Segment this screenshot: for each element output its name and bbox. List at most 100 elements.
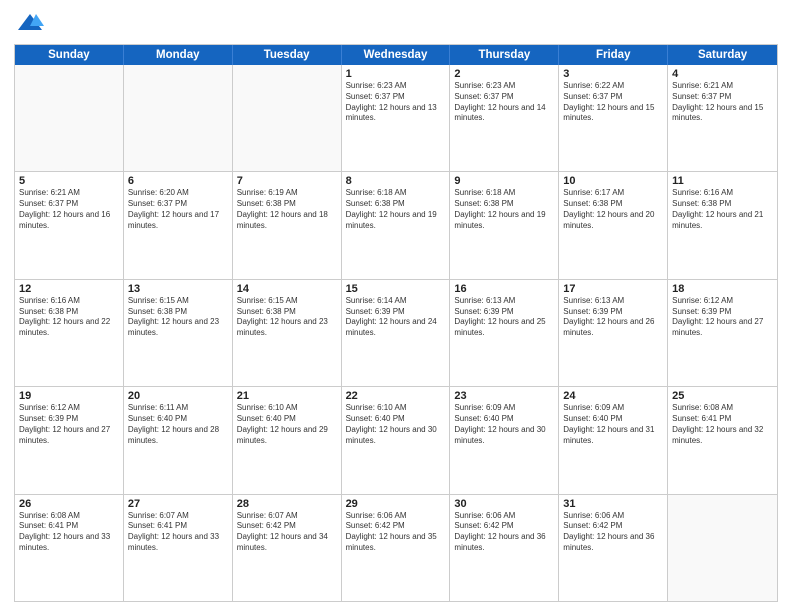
- calendar-row-4: 26Sunrise: 6:08 AMSunset: 6:41 PMDayligh…: [15, 495, 777, 601]
- day-number: 17: [563, 283, 663, 295]
- day-cell-3: 3Sunrise: 6:22 AMSunset: 6:37 PMDaylight…: [559, 65, 668, 171]
- day-number: 20: [128, 390, 228, 402]
- calendar-row-0: 1 Sunrise: 6:23 AMSunset: 6:37 PMDaylight…: [15, 65, 777, 172]
- day-cell-11: 11Sunrise: 6:16 AMSunset: 6:38 PMDayligh…: [668, 172, 777, 278]
- day-info: Sunrise: 6:06 AMSunset: 6:42 PMDaylight:…: [563, 511, 663, 554]
- day-cell-10: 10Sunrise: 6:17 AMSunset: 6:38 PMDayligh…: [559, 172, 668, 278]
- day-number: 10: [563, 175, 663, 187]
- logo: [14, 10, 44, 38]
- day-info: Sunrise: 6:15 AMSunset: 6:38 PMDaylight:…: [237, 296, 337, 339]
- day-number: 28: [237, 498, 337, 510]
- day-number: 1: [346, 68, 446, 80]
- day-cell-20: 20Sunrise: 6:11 AMSunset: 6:40 PMDayligh…: [124, 387, 233, 493]
- day-cell-25: 25Sunrise: 6:08 AMSunset: 6:41 PMDayligh…: [668, 387, 777, 493]
- day-cell-14: 14Sunrise: 6:15 AMSunset: 6:38 PMDayligh…: [233, 280, 342, 386]
- day-info: Sunrise: 6:06 AMSunset: 6:42 PMDaylight:…: [454, 511, 554, 554]
- day-cell-12: 12Sunrise: 6:16 AMSunset: 6:38 PMDayligh…: [15, 280, 124, 386]
- day-cell-4: 4Sunrise: 6:21 AMSunset: 6:37 PMDaylight…: [668, 65, 777, 171]
- day-cell-9: 9Sunrise: 6:18 AMSunset: 6:38 PMDaylight…: [450, 172, 559, 278]
- day-cell-22: 22Sunrise: 6:10 AMSunset: 6:40 PMDayligh…: [342, 387, 451, 493]
- calendar-header: SundayMondayTuesdayWednesdayThursdayFrid…: [15, 45, 777, 65]
- day-number: 23: [454, 390, 554, 402]
- day-info: Sunrise: 6:13 AMSunset: 6:39 PMDaylight:…: [563, 296, 663, 339]
- day-number: 8: [346, 175, 446, 187]
- day-number: 24: [563, 390, 663, 402]
- day-number: 9: [454, 175, 554, 187]
- day-info: Sunrise: 6:12 AMSunset: 6:39 PMDaylight:…: [19, 403, 119, 446]
- day-number: 3: [563, 68, 663, 80]
- day-cell-28: 28Sunrise: 6:07 AMSunset: 6:42 PMDayligh…: [233, 495, 342, 601]
- calendar-body: 1 Sunrise: 6:23 AMSunset: 6:37 PMDaylight…: [15, 65, 777, 601]
- day-info: Sunrise: 6:08 AMSunset: 6:41 PMDaylight:…: [19, 511, 119, 554]
- day-info: Sunrise: 6:14 AMSunset: 6:39 PMDaylight:…: [346, 296, 446, 339]
- day-number: 4: [672, 68, 773, 80]
- day-info: Sunrise: 6:16 AMSunset: 6:38 PMDaylight:…: [672, 188, 773, 231]
- day-info: Sunrise: 6:21 AMSunset: 6:37 PMDaylight:…: [19, 188, 119, 231]
- day-of-week-tuesday: Tuesday: [233, 45, 342, 65]
- day-info: Sunrise: 6:11 AMSunset: 6:40 PMDaylight:…: [128, 403, 228, 446]
- day-cell-27: 27Sunrise: 6:07 AMSunset: 6:41 PMDayligh…: [124, 495, 233, 601]
- day-cell-13: 13Sunrise: 6:15 AMSunset: 6:38 PMDayligh…: [124, 280, 233, 386]
- day-cell-1: 1Sunrise: 6:23 AMSunset: 6:37 PMDaylight…: [342, 65, 451, 171]
- day-cell-29: 29Sunrise: 6:06 AMSunset: 6:42 PMDayligh…: [342, 495, 451, 601]
- day-number: 6: [128, 175, 228, 187]
- day-info: Sunrise: 6:06 AMSunset: 6:42 PMDaylight:…: [346, 511, 446, 554]
- day-info: Sunrise: 6:18 AMSunset: 6:38 PMDaylight:…: [346, 188, 446, 231]
- day-info: Sunrise: 6:08 AMSunset: 6:41 PMDaylight:…: [672, 403, 773, 446]
- day-number: 16: [454, 283, 554, 295]
- day-cell-5: 5Sunrise: 6:21 AMSunset: 6:37 PMDaylight…: [15, 172, 124, 278]
- day-number: 19: [19, 390, 119, 402]
- header: [14, 10, 778, 38]
- calendar: SundayMondayTuesdayWednesdayThursdayFrid…: [14, 44, 778, 602]
- empty-cell: [124, 65, 233, 171]
- day-number: 29: [346, 498, 446, 510]
- day-cell-19: 19Sunrise: 6:12 AMSunset: 6:39 PMDayligh…: [15, 387, 124, 493]
- day-number: 7: [237, 175, 337, 187]
- day-cell-8: 8Sunrise: 6:18 AMSunset: 6:38 PMDaylight…: [342, 172, 451, 278]
- day-info: Sunrise: 6:10 AMSunset: 6:40 PMDaylight:…: [237, 403, 337, 446]
- day-number: 26: [19, 498, 119, 510]
- day-cell-16: 16Sunrise: 6:13 AMSunset: 6:39 PMDayligh…: [450, 280, 559, 386]
- day-number: 14: [237, 283, 337, 295]
- day-info: Sunrise: 6:19 AMSunset: 6:38 PMDaylight:…: [237, 188, 337, 231]
- day-info: Sunrise: 6:17 AMSunset: 6:38 PMDaylight:…: [563, 188, 663, 231]
- day-number: 30: [454, 498, 554, 510]
- day-number: 25: [672, 390, 773, 402]
- day-cell-18: 18Sunrise: 6:12 AMSunset: 6:39 PMDayligh…: [668, 280, 777, 386]
- day-info: Sunrise: 6:12 AMSunset: 6:39 PMDaylight:…: [672, 296, 773, 339]
- day-of-week-saturday: Saturday: [668, 45, 777, 65]
- day-of-week-sunday: Sunday: [15, 45, 124, 65]
- day-info: Sunrise: 6:22 AMSunset: 6:37 PMDaylight:…: [563, 81, 663, 124]
- calendar-row-1: 5Sunrise: 6:21 AMSunset: 6:37 PMDaylight…: [15, 172, 777, 279]
- day-cell-30: 30Sunrise: 6:06 AMSunset: 6:42 PMDayligh…: [450, 495, 559, 601]
- day-cell-26: 26Sunrise: 6:08 AMSunset: 6:41 PMDayligh…: [15, 495, 124, 601]
- day-info: Sunrise: 6:23 AMSunset: 6:37 PMDaylight:…: [454, 81, 554, 124]
- day-number: 12: [19, 283, 119, 295]
- day-number: 11: [672, 175, 773, 187]
- day-number: 15: [346, 283, 446, 295]
- calendar-row-2: 12Sunrise: 6:16 AMSunset: 6:38 PMDayligh…: [15, 280, 777, 387]
- day-number: 18: [672, 283, 773, 295]
- day-number: 22: [346, 390, 446, 402]
- day-of-week-monday: Monday: [124, 45, 233, 65]
- day-number: 27: [128, 498, 228, 510]
- day-number: 21: [237, 390, 337, 402]
- empty-cell: [233, 65, 342, 171]
- page: SundayMondayTuesdayWednesdayThursdayFrid…: [0, 0, 792, 612]
- day-info: Sunrise: 6:13 AMSunset: 6:39 PMDaylight:…: [454, 296, 554, 339]
- day-info: Sunrise: 6:10 AMSunset: 6:40 PMDaylight:…: [346, 403, 446, 446]
- day-info: Sunrise: 6:21 AMSunset: 6:37 PMDaylight:…: [672, 81, 773, 124]
- day-number: 13: [128, 283, 228, 295]
- day-cell-2: 2Sunrise: 6:23 AMSunset: 6:37 PMDaylight…: [450, 65, 559, 171]
- empty-cell: [15, 65, 124, 171]
- day-info: Sunrise: 6:18 AMSunset: 6:38 PMDaylight:…: [454, 188, 554, 231]
- empty-cell: [668, 495, 777, 601]
- day-number: 5: [19, 175, 119, 187]
- day-info: Sunrise: 6:20 AMSunset: 6:37 PMDaylight:…: [128, 188, 228, 231]
- day-cell-6: 6Sunrise: 6:20 AMSunset: 6:37 PMDaylight…: [124, 172, 233, 278]
- day-info: Sunrise: 6:16 AMSunset: 6:38 PMDaylight:…: [19, 296, 119, 339]
- day-cell-31: 31Sunrise: 6:06 AMSunset: 6:42 PMDayligh…: [559, 495, 668, 601]
- calendar-row-3: 19Sunrise: 6:12 AMSunset: 6:39 PMDayligh…: [15, 387, 777, 494]
- day-info: Sunrise: 6:07 AMSunset: 6:41 PMDaylight:…: [128, 511, 228, 554]
- day-of-week-friday: Friday: [559, 45, 668, 65]
